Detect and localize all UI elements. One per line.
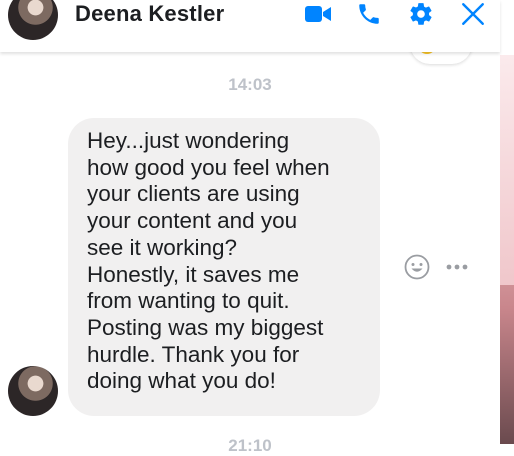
message-line: your clients are using bbox=[87, 181, 300, 207]
sender-avatar[interactable] bbox=[8, 366, 58, 416]
message-line: Hey...just wondering bbox=[87, 128, 290, 153]
more-options-icon[interactable] bbox=[444, 258, 470, 276]
reaction-icon[interactable] bbox=[404, 254, 430, 280]
video-call-icon[interactable] bbox=[304, 1, 332, 27]
message-line: Posting was my biggest bbox=[87, 314, 324, 340]
message-line: see it working? bbox=[87, 234, 238, 260]
settings-gear-icon[interactable] bbox=[407, 1, 435, 27]
message-line: Honestly, it saves me bbox=[87, 261, 300, 287]
timestamp: 21:10 bbox=[228, 436, 272, 455]
timestamp: 14:03 bbox=[228, 75, 272, 94]
contact-name[interactable]: Deena Kestler bbox=[75, 1, 224, 27]
message-line: hurdle. Thank you for bbox=[87, 341, 300, 367]
message-line: how good you feel when bbox=[87, 154, 330, 180]
contact-avatar[interactable] bbox=[8, 0, 58, 40]
close-icon[interactable] bbox=[459, 1, 487, 27]
chat-header: Deena Kestler bbox=[0, 0, 500, 52]
message-line: from wanting to quit. bbox=[87, 288, 290, 314]
phone-icon[interactable] bbox=[355, 1, 383, 27]
message-line: your content and you bbox=[87, 208, 298, 234]
background-photo-strip-highlight bbox=[500, 55, 514, 285]
message-line: doing what you do! bbox=[87, 368, 276, 394]
message-bubble[interactable]: Hey...just wondering how good you feel w… bbox=[68, 118, 380, 416]
